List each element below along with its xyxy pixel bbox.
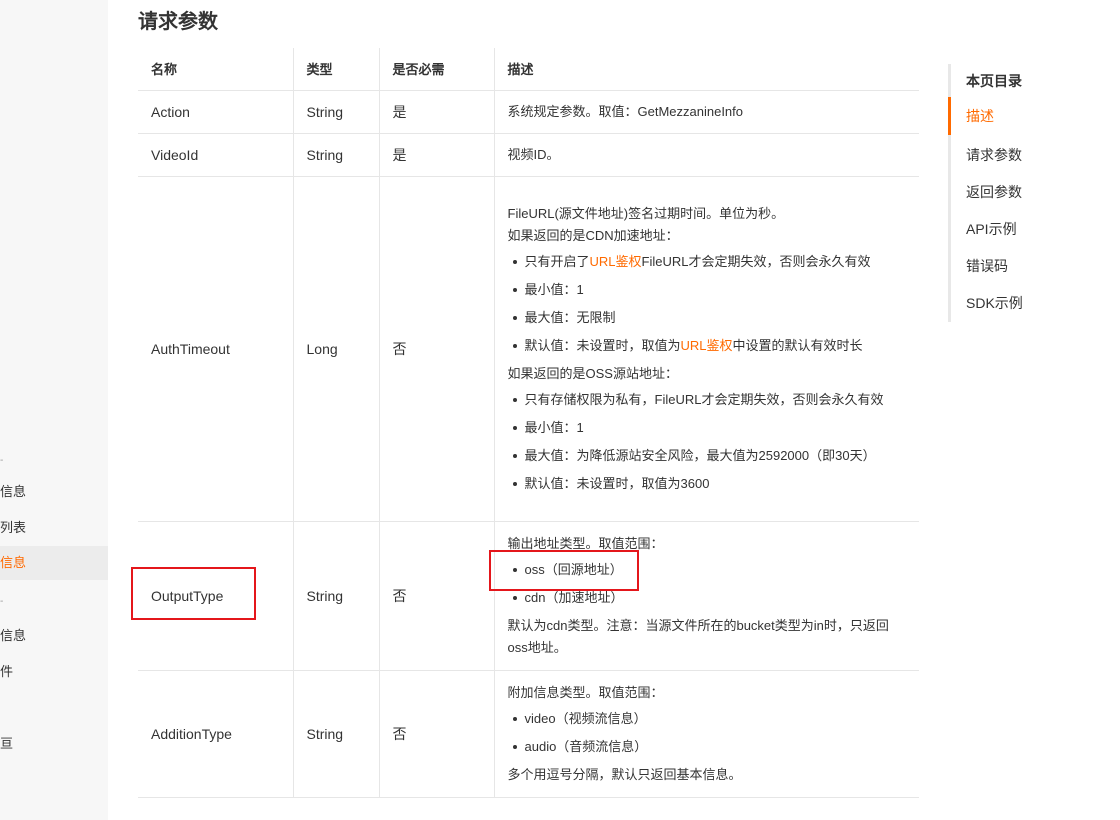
list-item-text: FileURL才会定期失效，否则会永久有效 (641, 253, 871, 269)
list-item: 最大值：为降低源站安全风险，最大值为2592000（即30天） (508, 445, 907, 467)
left-nav-item[interactable]: 件 (0, 662, 13, 682)
col-header-desc: 描述 (493, 48, 919, 91)
param-type: String (292, 521, 379, 671)
toc-active-indicator (948, 97, 951, 135)
toc-item-sdk-example[interactable]: SDK示例 (966, 294, 1023, 312)
params-table: 名称 类型 是否必需 描述 Action String 是 系统规定参数。取值：… (138, 48, 919, 798)
left-nav-item[interactable]: 亘 (0, 734, 13, 754)
param-desc: 附加信息类型。取值范围： video（视频流信息） audio（音频流信息） 多… (493, 670, 919, 798)
param-required: 是 (378, 90, 494, 134)
cdn-list: 只有开启了URL鉴权FileURL才会定期失效，否则会永久有效 最小值：1 最大… (508, 251, 907, 357)
page-toc: 本页目录 描述 请求参数 返回参数 API示例 错误码 SDK示例 (948, 64, 1088, 322)
url-auth-link[interactable]: URL鉴权 (681, 338, 733, 353)
left-nav-item[interactable]: 信息 (0, 482, 26, 502)
toc-item-response-params[interactable]: 返回参数 (966, 183, 1022, 201)
table-row: AuthTimeout Long 否 FileURL(源文件地址)签名过期时间。… (138, 176, 919, 522)
toc-item-error-codes[interactable]: 错误码 (966, 257, 1008, 275)
table-row: AdditionType String 否 附加信息类型。取值范围： video… (138, 670, 919, 798)
list-item: 最大值：无限制 (508, 307, 907, 329)
list-item: 默认值：未设置时，取值为URL鉴权中设置的默认有效时长 (508, 335, 907, 357)
section-title: 请求参数 (138, 11, 218, 33)
desc-text: 视频ID。 (507, 146, 560, 162)
list-item: audio（音频流信息） (508, 736, 907, 758)
param-name: VideoId (138, 133, 293, 177)
col-header-required: 是否必需 (378, 48, 494, 91)
param-required: 否 (378, 521, 494, 671)
oss-list: 只有存储权限为私有，FileURL才会定期失效，否则会永久有效 最小值：1 最大… (508, 389, 907, 495)
param-name: Action (138, 90, 293, 134)
table-header-row: 名称 类型 是否必需 描述 (138, 48, 919, 91)
left-nav: - 信息 列表 信息 - 信息 件 亘 (0, 0, 108, 820)
col-header-name: 名称 (138, 48, 293, 91)
param-desc: FileURL(源文件地址)签名过期时间。单位为秒。 如果返回的是CDN加速地址… (493, 176, 919, 522)
desc-intro: FileURL(源文件地址)签名过期时间。单位为秒。 (507, 205, 785, 221)
highlight-box-outputtype (131, 567, 256, 620)
desc-outro: 多个用逗号分隔，默认只返回基本信息。 (507, 766, 742, 782)
list-item-text: 只有开启了 (524, 253, 590, 269)
param-desc: 视频ID。 (493, 133, 919, 177)
param-required: 否 (378, 176, 494, 522)
nav-mark: - (0, 596, 4, 607)
toc-item-desc[interactable]: 描述 (966, 107, 994, 125)
col-header-type: 类型 (292, 48, 379, 91)
table-row: Action String 是 系统规定参数。取值：GetMezzanineIn… (138, 90, 919, 134)
param-type: Long (292, 176, 379, 522)
desc-text: 系统规定参数。取值：GetMezzanineInfo (507, 103, 744, 119)
list-item: 只有开启了URL鉴权FileURL才会定期失效，否则会永久有效 (508, 251, 907, 273)
param-type: String (292, 90, 379, 134)
value-list: video（视频流信息） audio（音频流信息） (508, 708, 907, 758)
table-row: VideoId String 是 视频ID。 (138, 133, 919, 177)
left-nav-item-active[interactable]: 信息 (0, 546, 108, 580)
left-nav-item[interactable]: 列表 (0, 518, 26, 538)
list-item: 只有存储权限为私有，FileURL才会定期失效，否则会永久有效 (508, 389, 907, 411)
list-item: 最小值：1 (508, 417, 907, 439)
desc-cdn-heading: 如果返回的是CDN加速地址： (507, 227, 679, 243)
param-name: AuthTimeout (138, 176, 293, 522)
param-desc: 输出地址类型。取值范围： oss（回源地址） cdn（加速地址） 默认为cdn类… (493, 521, 919, 671)
desc-outro: 默认为cdn类型。注意：当源文件所在的bucket类型为in时，只返回oss地址… (507, 617, 889, 655)
param-desc: 系统规定参数。取值：GetMezzanineInfo (493, 90, 919, 134)
param-name: AdditionType (138, 670, 293, 798)
toc-title: 本页目录 (966, 73, 1022, 89)
toc-item-request-params[interactable]: 请求参数 (966, 146, 1022, 164)
param-required: 是 (378, 133, 494, 177)
param-type: String (292, 670, 379, 798)
list-item: 最小值：1 (508, 279, 907, 301)
desc-oss-heading: 如果返回的是OSS源站地址： (507, 365, 678, 381)
list-item: video（视频流信息） (508, 708, 907, 730)
toc-item-api-example[interactable]: API示例 (966, 220, 1017, 238)
left-nav-item[interactable]: 信息 (0, 626, 26, 646)
param-required: 否 (378, 670, 494, 798)
list-item: 默认值：未设置时，取值为3600 (508, 473, 907, 495)
nav-mark: - (0, 455, 4, 466)
list-item-text: 中设置的默认有效时长 (732, 337, 863, 353)
desc-intro: 附加信息类型。取值范围： (507, 684, 664, 700)
url-auth-link[interactable]: URL鉴权 (590, 254, 642, 269)
list-item-text: 默认值：未设置时，取值为 (524, 337, 681, 353)
highlight-box-oss (489, 550, 639, 591)
param-type: String (292, 133, 379, 177)
